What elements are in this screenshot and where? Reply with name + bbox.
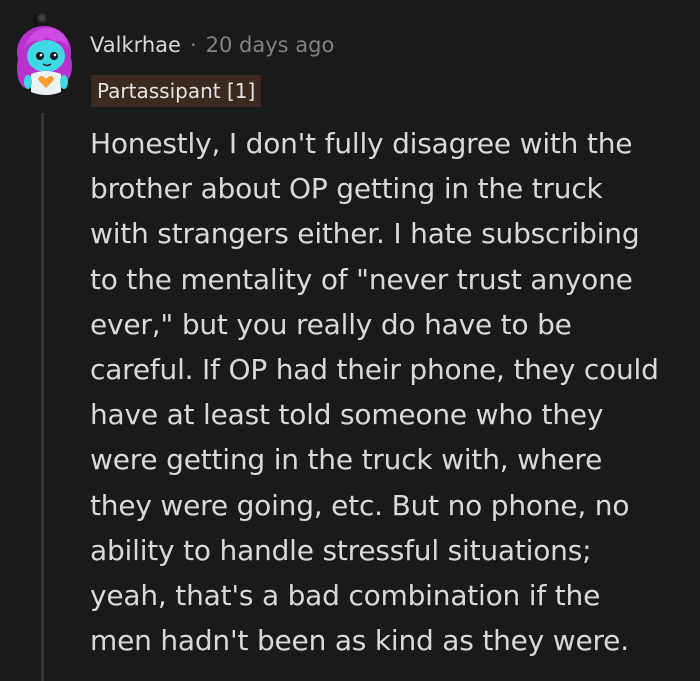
comment: Valkrhae · 20 days ago Partassipant [1] … [0, 0, 700, 681]
comment-body-line: with strangers either. I hate subscribin… [90, 217, 640, 251]
comment-body-line: they were going, etc. But no phone, no [90, 488, 630, 522]
thread-collapse-line[interactable] [41, 113, 44, 681]
comment-body-line: to the mentality of "never trust anyone [90, 262, 633, 296]
comment-body-line: men hadn't been as kind as they were. [90, 624, 629, 658]
comment-body-line: yeah, that's a bad combination if the [90, 579, 601, 613]
timestamp-link[interactable]: 20 days ago [206, 33, 335, 57]
comment-meta: Valkrhae · 20 days ago [90, 28, 334, 62]
snoo-avatar-icon [17, 13, 72, 95]
comment-body-line: careful. If OP had their phone, they cou… [90, 353, 659, 387]
comment-body-line: were getting in the truck with, where [90, 443, 603, 477]
username-link[interactable]: Valkrhae [90, 33, 181, 57]
comment-body: Honestly, I don't fully disagree with th… [90, 121, 690, 663]
comment-body-line: ever," but you really do have to be [90, 307, 572, 341]
comment-body-line: have at least told someone who they [90, 398, 604, 432]
comment-body-line: brother about OP getting in the truck [90, 172, 603, 206]
meta-separator: · [189, 33, 197, 57]
comment-body-line: ability to handle stressful situations; [90, 533, 592, 567]
user-avatar[interactable] [14, 12, 76, 104]
user-flair: Partassipant [1] [91, 75, 262, 107]
comment-body-line: Honestly, I don't fully disagree with th… [90, 127, 633, 160]
